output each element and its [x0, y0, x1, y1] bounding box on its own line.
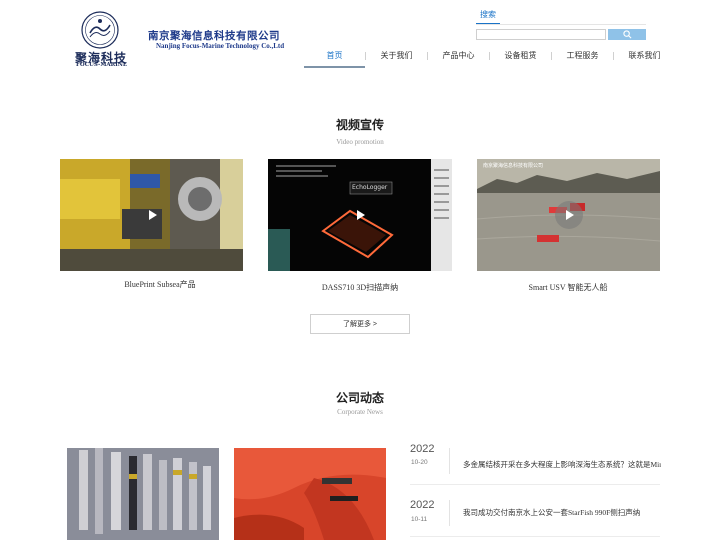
news-date-day: 10-11 — [411, 516, 428, 523]
news-separator — [410, 536, 660, 537]
company-name-cn: 南京聚海信息科技有限公司 — [148, 30, 280, 42]
play-button[interactable] — [346, 201, 374, 229]
news-item-title[interactable]: 我司成功交付南京水上公安一套StarFish 990F侧扫声纳 — [463, 507, 661, 518]
video-caption[interactable]: Smart USV 智能无人船 — [468, 282, 668, 293]
video-caption[interactable]: DASS710 3D扫描声纳 — [260, 282, 460, 293]
news-image[interactable] — [67, 448, 219, 540]
play-icon — [357, 210, 365, 220]
video-thumbnail-blueprint[interactable] — [60, 159, 243, 271]
play-button[interactable] — [138, 201, 166, 229]
news-divider — [449, 448, 450, 474]
news-section-subtitle: Corporate News — [337, 408, 383, 416]
news-image[interactable] — [234, 448, 386, 540]
search-input[interactable] — [476, 29, 606, 40]
company-name-en: Nanjing Focus-Marine Technology Co.,Ltd — [156, 42, 285, 50]
search-icon — [622, 27, 632, 42]
play-icon — [148, 210, 157, 220]
learn-more-button[interactable]: 了解更多 > — [310, 314, 410, 334]
video-section-subtitle: Video promotion — [336, 138, 384, 146]
nav-item-products[interactable]: 产品中心 — [428, 48, 489, 68]
video-thumbnail-smart-usv[interactable]: 南京聚海信息科技有限公司 — [477, 159, 660, 271]
search-divider — [476, 24, 646, 25]
play-button[interactable] — [554, 201, 583, 229]
nav-item-engineering[interactable]: 工程服务 — [552, 48, 613, 68]
video-section-title: 视频宣传 — [335, 118, 384, 132]
main-nav: 首页 关于我们 产品中心 设备租赁 工程服务 联系我们 — [304, 48, 675, 68]
logo-text-en: FOCUS-MARINE — [76, 62, 128, 68]
play-icon — [565, 210, 574, 220]
news-section-title: 公司动态 — [335, 391, 384, 405]
news-date-day: 10-20 — [411, 459, 428, 466]
news-item-title[interactable]: 多金属结核开采在多大程度上影响深海生态系统？这就是Mining — [463, 459, 661, 470]
news-date-year: 2022 — [410, 499, 435, 511]
nav-item-contact[interactable]: 联系我们 — [614, 48, 675, 68]
nav-item-rental[interactable]: 设备租赁 — [490, 48, 551, 68]
search-tab-label[interactable]: 搜索 — [480, 9, 496, 20]
video-thumbnail-dass710[interactable]: EchoLogger — [268, 159, 452, 271]
nav-item-home[interactable]: 首页 — [304, 48, 365, 68]
news-divider — [449, 500, 450, 526]
search-button[interactable] — [608, 29, 646, 40]
video-caption[interactable]: BluePrint Subsea产品 — [60, 279, 260, 290]
nav-item-about[interactable]: 关于我们 — [366, 48, 427, 68]
news-date-year: 2022 — [410, 443, 435, 455]
company-logo-emblem[interactable] — [80, 10, 120, 50]
video-watermark: 南京聚海信息科技有限公司 — [483, 163, 544, 169]
echologger-brand: EchoLogger — [352, 184, 388, 191]
nav-next-icon[interactable]: › — [654, 51, 657, 59]
news-separator — [410, 484, 660, 485]
